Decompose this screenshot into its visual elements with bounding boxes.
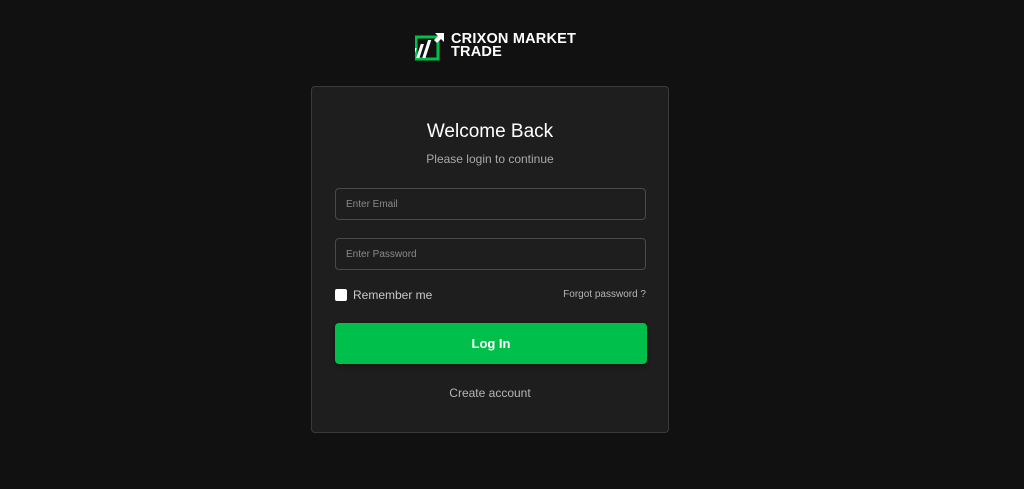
brand-header[interactable]: CRIXON MARKET TRADE <box>415 31 576 61</box>
login-title: Welcome Back <box>426 121 554 142</box>
email-field[interactable] <box>335 188 646 220</box>
forgot-password-link[interactable]: Forgot password ? <box>563 289 646 301</box>
remember-me-label: Remember me <box>353 288 433 302</box>
remember-me-toggle[interactable]: Remember me <box>335 288 432 302</box>
rising-chart-logo-icon <box>415 33 444 61</box>
login-card: Welcome Back Please login to continue Re… <box>311 86 669 433</box>
create-account-link[interactable]: Create account <box>312 386 668 400</box>
brand-name: CRIXON MARKET TRADE <box>451 32 576 60</box>
login-subtitle: Please login to continue <box>426 152 554 166</box>
password-field[interactable] <box>335 238 646 270</box>
login-page: CRIXON MARKET TRADE Welcome Back Please … <box>0 0 1024 489</box>
remember-me-checkbox[interactable] <box>335 289 347 301</box>
brand-name-line2: TRADE <box>451 44 502 60</box>
login-button[interactable]: Log In <box>335 323 647 364</box>
